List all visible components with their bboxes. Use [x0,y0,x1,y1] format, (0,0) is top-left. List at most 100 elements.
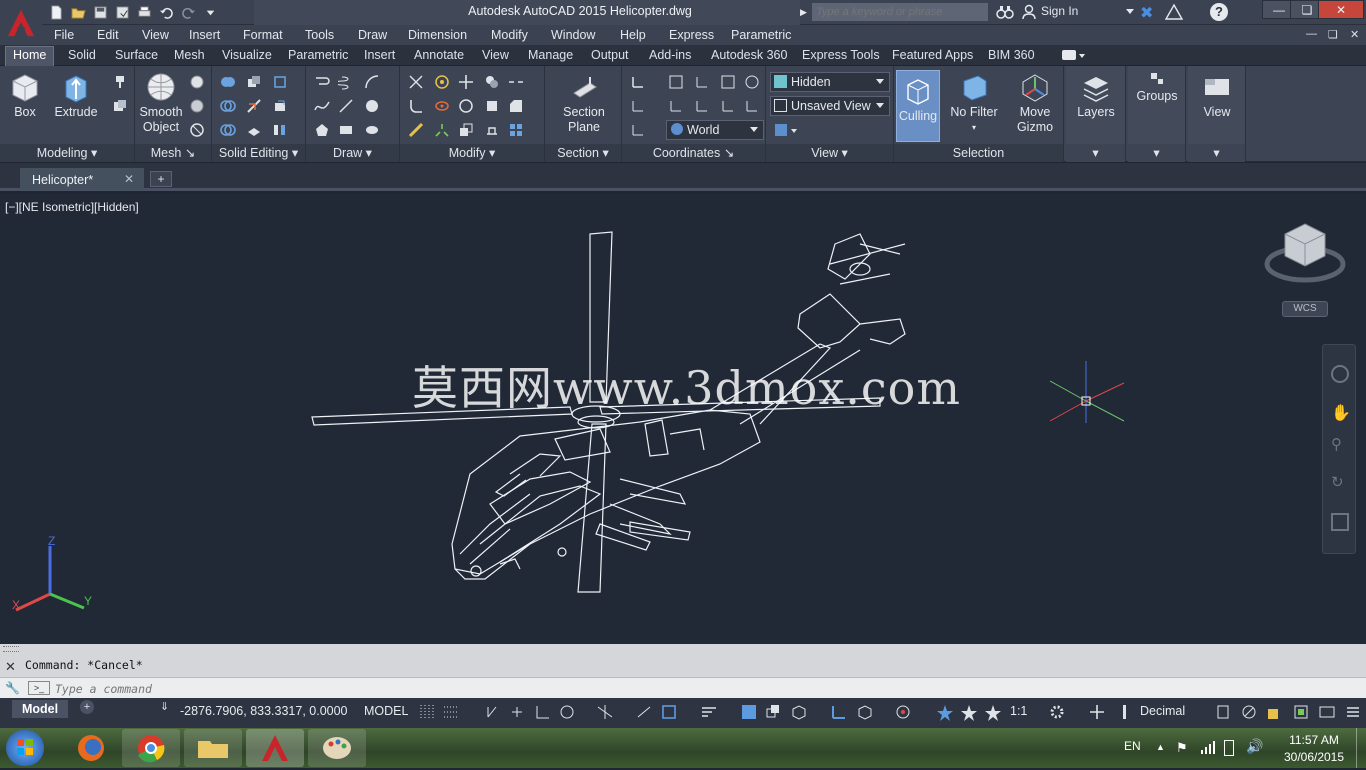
menu-view[interactable]: View [142,28,169,42]
language-indicator[interactable]: EN [1124,739,1141,753]
units-dropdown[interactable]: Decimal [1140,704,1185,718]
annotation-visibility-icon[interactable] [936,703,954,721]
status-menu-icon[interactable] [1344,703,1362,721]
undo-icon[interactable] [156,4,176,22]
units-bar-icon[interactable] [1116,703,1134,721]
clock-date[interactable]: 30/06/2015 [1282,750,1346,764]
drawing-viewport[interactable]: [−][NE Isometric][Hidden] 莫西网www.3dmox.c… [0,194,1366,644]
viewport-config-icon[interactable] [774,122,798,138]
ucs-y-icon[interactable] [694,98,710,114]
clock-time[interactable]: 11:57 AM [1282,733,1346,747]
panel-layers[interactable]: Layers ▾ [1066,66,1126,162]
save-icon[interactable] [90,4,110,22]
menu-parametric[interactable]: Parametric [731,28,791,42]
layers-button[interactable]: Layers [1072,71,1120,120]
extrude-button[interactable]: Extrude [52,71,100,120]
snap-mode-icon[interactable] [442,703,460,721]
doc-close-button[interactable]: ✕ [1350,28,1359,41]
union-icon[interactable] [220,74,236,90]
ucs-icon[interactable] [630,74,646,90]
close-tab-icon[interactable]: ✕ [124,172,134,186]
panel-view-title[interactable]: View ▾ [766,144,893,162]
gizmo-icon[interactable] [894,703,912,721]
polyline-icon[interactable] [314,74,330,90]
copy-icon[interactable] [484,74,500,90]
annotation-scale-icon[interactable] [984,703,1002,721]
mesh-smooth-less-icon[interactable] [189,98,205,114]
lineweight-icon[interactable] [700,703,718,721]
command-input[interactable] [55,680,755,697]
add-layout-button[interactable]: + [80,700,94,714]
presspull-icon[interactable] [112,74,128,90]
network-signal-icon[interactable] [1200,740,1216,754]
signin-dropdown-icon[interactable] [1126,9,1134,14]
panel-coordinates-title[interactable]: Coordinates ↘ [622,144,765,162]
stretch-icon[interactable] [484,98,500,114]
tab-autodesk-360[interactable]: Autodesk 360 [711,48,787,62]
tab-mesh[interactable]: Mesh [174,48,205,62]
wcs-menu-button[interactable]: WCS [1282,301,1328,317]
hardware-acceleration-icon[interactable] [1292,703,1310,721]
no-filter-button[interactable]: No Filter ▾ [946,71,1002,135]
redo-icon[interactable] [178,4,198,22]
search-expand-icon[interactable]: ▶ [800,2,812,22]
circle-icon[interactable] [364,98,380,114]
thicken-icon[interactable] [246,122,262,138]
annotation-scale-dropdown[interactable]: 1:1 [1010,704,1027,718]
menu-file[interactable]: File [54,28,74,42]
move-icon[interactable] [458,74,474,90]
customize-status-icon[interactable]: ⇓ [160,700,169,713]
tab-visualize[interactable]: Visualize [222,48,272,62]
panel-modeling-title[interactable]: Modeling ▾ [0,144,134,162]
panel-solid-editing-title[interactable]: Solid Editing ▾ [212,144,305,162]
tab-add-ins[interactable]: Add-ins [649,48,691,62]
dynamic-ucs-icon[interactable] [830,703,848,721]
ribbon-minimize-icon[interactable] [1062,50,1076,60]
help-icon[interactable]: ? [1210,3,1228,21]
menu-draw[interactable]: Draw [358,28,387,42]
ucs-object-icon[interactable] [744,74,760,90]
panel-mesh-title[interactable]: Mesh ↘ [135,144,211,162]
volume-icon[interactable]: 🔊 [1246,738,1263,755]
command-close-icon[interactable]: ✕ [5,659,16,675]
polygon-icon[interactable] [314,122,330,138]
menu-tools[interactable]: Tools [305,28,334,42]
model-layout-tab[interactable]: Model [12,700,68,718]
break-icon[interactable] [508,74,524,90]
rotate-icon[interactable] [458,98,474,114]
polar-tracking-icon[interactable] [558,703,576,721]
object-snap-icon[interactable] [660,703,678,721]
tab-home[interactable]: Home [5,46,55,66]
tab-output[interactable]: Output [591,48,629,62]
viewcube[interactable] [1262,220,1348,286]
trim-icon[interactable] [408,74,424,90]
clean-screen-icon[interactable] [1318,703,1336,721]
scale-icon[interactable] [458,122,474,138]
smooth-object-button[interactable]: Smooth Object [137,71,185,135]
action-center-flag-icon[interactable]: ⚑ [1176,740,1188,756]
search-input[interactable] [812,3,988,21]
taskbar-autocad[interactable] [246,729,304,767]
ucs-x-icon[interactable] [668,98,684,114]
isolate-objects-icon[interactable] [1266,703,1284,721]
tab-express-tools[interactable]: Express Tools [802,48,880,62]
tab-featured-apps[interactable]: Featured Apps [892,48,973,62]
ucs-zaxis-icon[interactable] [744,98,760,114]
customize-wrench-icon[interactable]: 🔧 [5,681,20,695]
spline-icon[interactable] [314,98,330,114]
taskbar-paint[interactable] [308,729,366,767]
orbit-icon[interactable]: ↻ [1331,473,1349,491]
subtract-icon[interactable] [220,98,236,114]
section-plane-button[interactable]: Section Plane [559,71,609,135]
new-file-icon[interactable] [46,4,66,22]
infer-constraints-icon[interactable] [484,703,502,721]
visual-style-dropdown[interactable]: Hidden [770,72,890,92]
ucs-3point-icon[interactable] [630,98,646,114]
steering-wheel-icon[interactable] [1331,365,1349,383]
tab-annotate[interactable]: Annotate [414,48,464,62]
intersect-icon[interactable] [220,122,236,138]
grid-display-icon[interactable] [418,703,436,721]
panel-section-title[interactable]: Section ▾ [545,144,621,162]
tab-bim-360[interactable]: BIM 360 [988,48,1035,62]
taskbar-firefox[interactable] [62,729,120,767]
